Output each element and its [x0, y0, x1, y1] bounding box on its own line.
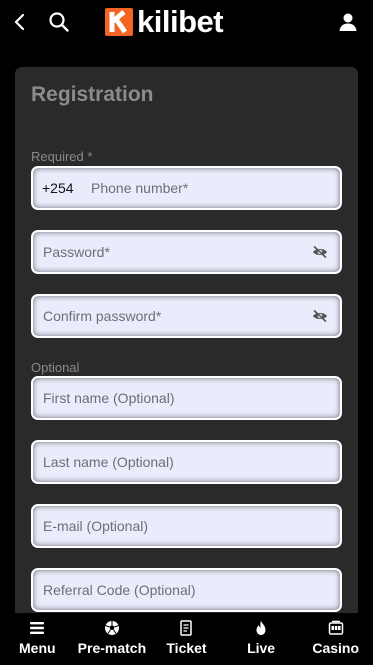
- registration-title: Registration: [31, 83, 154, 106]
- nav-casino[interactable]: Casino: [299, 613, 373, 665]
- nav-casino-label: Casino: [312, 640, 360, 656]
- phone-field[interactable]: +254: [31, 166, 342, 210]
- phone-number-input[interactable]: [91, 168, 321, 208]
- first-name-input[interactable]: [43, 378, 303, 418]
- nav-prematch[interactable]: Pre-match: [75, 613, 149, 665]
- logo-mark-icon: [105, 8, 133, 36]
- top-bar: kilibet: [0, 0, 373, 46]
- ticket-slip-icon: [180, 620, 193, 636]
- hide-confirm-password-eye-icon[interactable]: [312, 309, 328, 323]
- email-field[interactable]: [31, 504, 342, 548]
- hamburger-menu-icon: [30, 622, 45, 634]
- password-input[interactable]: [43, 232, 303, 272]
- required-section-label: Required *: [31, 149, 93, 164]
- logo-text: kilibet: [137, 4, 224, 39]
- referral-code-field[interactable]: [31, 568, 342, 612]
- last-name-input[interactable]: [43, 442, 303, 482]
- optional-section-label: Optional: [31, 360, 80, 375]
- bottom-navigation: Menu Pre-match Ticket Live Casino: [0, 613, 373, 665]
- soccer-ball-icon: [104, 621, 119, 635]
- nav-live-label: Live: [247, 640, 276, 656]
- phone-country-prefix: +254: [42, 180, 74, 196]
- password-field[interactable]: [31, 230, 342, 274]
- confirm-password-input[interactable]: [43, 296, 303, 336]
- flame-live-icon: [256, 621, 266, 635]
- referral-code-input[interactable]: [43, 570, 303, 610]
- first-name-field[interactable]: [31, 376, 342, 420]
- nav-ticket[interactable]: Ticket: [149, 613, 223, 665]
- nav-prematch-label: Pre-match: [77, 640, 147, 656]
- confirm-password-field[interactable]: [31, 294, 342, 338]
- search-icon[interactable]: [47, 10, 71, 34]
- user-account-icon[interactable]: [336, 10, 360, 34]
- hide-password-eye-icon[interactable]: [312, 245, 328, 259]
- email-input[interactable]: [43, 506, 303, 546]
- kilibet-logo[interactable]: kilibet: [104, 4, 224, 39]
- nav-menu[interactable]: Menu: [0, 613, 74, 665]
- slot-machine-icon: [328, 620, 343, 635]
- nav-menu-label: Menu: [19, 640, 56, 656]
- registration-card: Registration Required * +254 Optional: [15, 67, 358, 627]
- nav-live[interactable]: Live: [224, 613, 298, 665]
- back-arrow-icon[interactable]: [8, 10, 32, 34]
- last-name-field[interactable]: [31, 440, 342, 484]
- nav-ticket-label: Ticket: [166, 640, 207, 656]
